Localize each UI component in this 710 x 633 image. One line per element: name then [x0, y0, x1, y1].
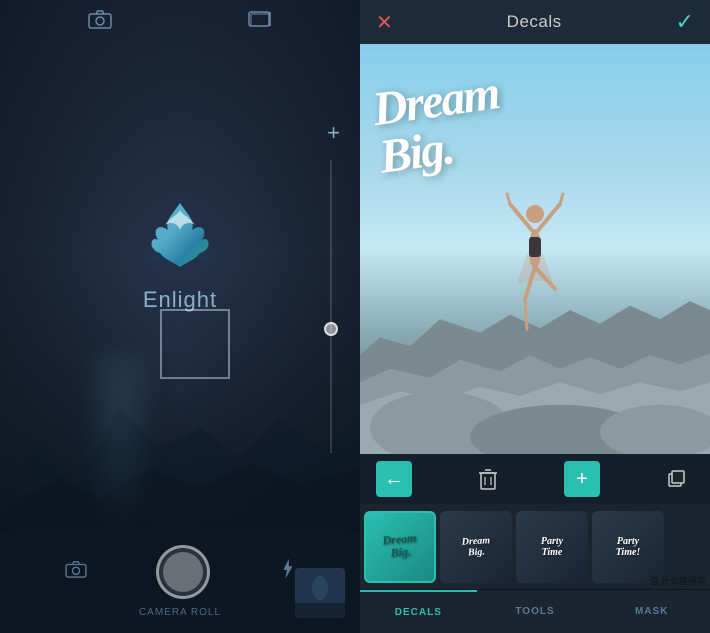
add-decal-button[interactable]: +: [564, 461, 600, 497]
decal-item-1[interactable]: DreamBig.: [364, 511, 436, 583]
gallery-icon[interactable]: [248, 9, 272, 35]
mask-tab-label: MASK: [635, 606, 668, 617]
camera-icon[interactable]: [88, 9, 112, 35]
camera-bottom-icon[interactable]: [65, 560, 87, 584]
close-button[interactable]: ✕: [376, 10, 393, 35]
decal-toolbar: ← +: [360, 454, 710, 504]
duplicate-button[interactable]: [658, 461, 694, 497]
enlight-logo: [140, 195, 220, 275]
back-button[interactable]: ←: [376, 461, 412, 497]
tools-tab-label: TOOLS: [515, 606, 554, 617]
selection-box: [160, 309, 230, 379]
bottom-tabs: DECALS TOOLS MASK: [360, 589, 710, 633]
slider-knob[interactable]: [324, 322, 338, 336]
tab-tools[interactable]: TOOLS: [477, 590, 594, 633]
tab-decals[interactable]: DECALS: [360, 590, 477, 633]
camera-roll-thumbnail[interactable]: [295, 568, 345, 618]
decals-tab-label: DECALS: [395, 607, 442, 618]
tab-mask[interactable]: MASK: [593, 590, 710, 633]
watermark: 值 什么值得买: [645, 572, 710, 589]
decal-item-2[interactable]: DreamBig.: [440, 511, 512, 583]
decal-item-3[interactable]: PartyTime: [516, 511, 588, 583]
right-panel: ✕ Decals ✓: [360, 0, 710, 633]
left-top-bar: [0, 0, 360, 44]
panel-title: Decals: [507, 12, 562, 32]
camera-roll-label: CAMERA ROLL: [139, 607, 221, 618]
left-center: Enlight: [0, 44, 360, 533]
left-bottom-bar: CAMERA ROLL: [0, 533, 360, 633]
shutter-button[interactable]: [156, 545, 210, 599]
flash-icon[interactable]: [279, 558, 295, 586]
confirm-button[interactable]: ✓: [676, 9, 694, 35]
image-canvas[interactable]: DreamBig.: [360, 44, 710, 454]
dream-big-overlay[interactable]: DreamBig.: [365, 64, 705, 160]
left-panel: Enlight + CAME: [0, 0, 360, 633]
shutter-inner: [163, 552, 203, 592]
delete-button[interactable]: [470, 461, 506, 497]
ballet-dancer-svg: [505, 159, 565, 339]
add-button[interactable]: +: [327, 120, 340, 146]
right-header: ✕ Decals ✓: [360, 0, 710, 44]
vertical-slider[interactable]: [330, 160, 332, 453]
